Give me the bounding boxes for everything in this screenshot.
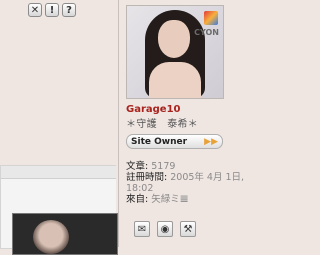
- post-content-header-bar: [1, 166, 116, 179]
- help-icon[interactable]: ?: [62, 3, 76, 17]
- website-icon[interactable]: ◉: [157, 221, 173, 237]
- location-label: 來自:: [126, 194, 149, 205]
- user-title: ＊守護 泰希＊: [126, 119, 199, 130]
- rank-badge[interactable]: Site Owner ▶▶: [126, 134, 223, 149]
- avatar[interactable]: CYON: [126, 5, 224, 99]
- username[interactable]: Garage10: [126, 104, 284, 115]
- registered-value: 2005年 4月 1日,: [170, 172, 245, 183]
- report-icon[interactable]: !: [45, 3, 59, 17]
- double-arrow-icon: ▶▶: [204, 136, 218, 147]
- registered-label: 註冊時間:: [126, 172, 168, 183]
- delete-icon[interactable]: ✕: [28, 3, 42, 17]
- posts-value: 5179: [151, 161, 176, 172]
- avatar-brand-text: CYON: [194, 28, 219, 37]
- post-toolbar: ✕ ! ?: [28, 3, 76, 17]
- avatar-face: [158, 20, 190, 58]
- post-image: [12, 213, 118, 255]
- message-icon[interactable]: ✉: [134, 221, 150, 237]
- posts-label: 文章:: [126, 161, 149, 172]
- user-actions: ✉ ◉ ⚒: [134, 221, 196, 237]
- tools-icon[interactable]: ⚒: [180, 221, 196, 237]
- post-image-face: [33, 220, 69, 254]
- location-stat: 來自: 矢緑ミ𝌆: [126, 194, 284, 205]
- avatar-body: [149, 62, 201, 98]
- brand-logo-icon: [204, 11, 218, 25]
- user-stats: 文章: 5179 註冊時間: 2005年 4月 1日, 18:02 來自: 矢緑…: [126, 161, 284, 205]
- user-profile-sidebar: CYON Garage10 ＊守護 泰希＊ Site Owner ▶▶ 文章: …: [126, 5, 284, 205]
- registered-stat: 註冊時間: 2005年 4月 1日,: [126, 172, 284, 183]
- rank-label: Site Owner: [131, 136, 188, 147]
- posts-stat: 文章: 5179: [126, 161, 284, 172]
- location-value: 矢緑ミ𝌆: [151, 194, 189, 205]
- column-divider: [118, 0, 119, 247]
- registered-time: 18:02: [126, 183, 154, 194]
